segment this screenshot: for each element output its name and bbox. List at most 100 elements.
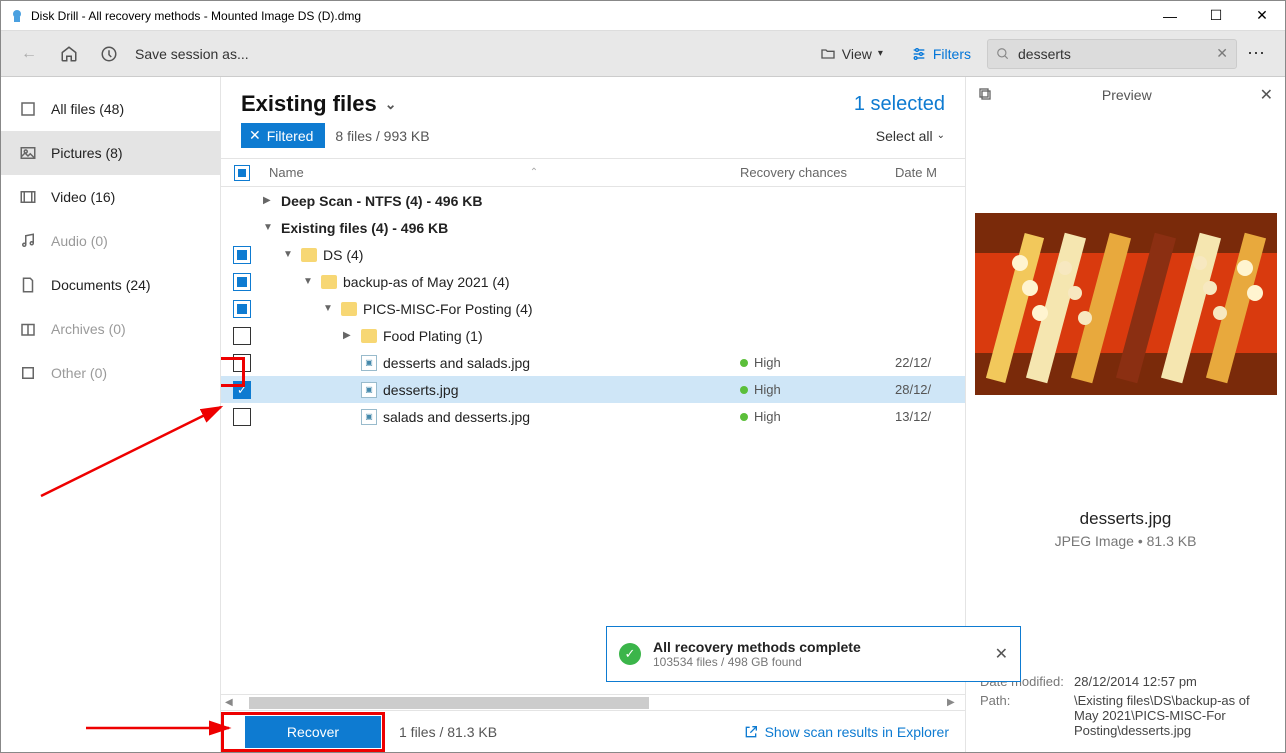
maximize-button[interactable]: ☐ xyxy=(1193,1,1239,31)
row-name: backup-as of May 2021 (4) xyxy=(343,274,730,290)
save-session-label[interactable]: Save session as... xyxy=(135,46,249,62)
folder-icon xyxy=(341,302,357,316)
expand-toggle-icon[interactable]: ▼ xyxy=(323,303,335,314)
sidebar-item-audio[interactable]: Audio (0) xyxy=(1,219,220,263)
music-icon xyxy=(19,232,37,250)
row-name: Food Plating (1) xyxy=(383,328,730,344)
sidebar-item-pictures[interactable]: Pictures (8) xyxy=(1,131,220,175)
external-link-icon xyxy=(743,724,759,740)
video-icon xyxy=(19,188,37,206)
sidebar-item-label: Documents (24) xyxy=(51,277,151,293)
toast-title: All recovery methods complete xyxy=(653,639,861,655)
content-title-text: Existing files xyxy=(241,91,377,117)
folder-row[interactable]: ▼ DS (4) xyxy=(221,241,965,268)
content-title[interactable]: Existing files ⌄ xyxy=(241,91,396,117)
recover-highlight: Recover xyxy=(221,712,385,752)
select-all-dropdown[interactable]: Select all ⌄ xyxy=(876,128,945,144)
recovery-chance: High xyxy=(740,355,885,370)
folder-row[interactable]: ▼Existing files (4) - 496 KB xyxy=(221,214,965,241)
folder-icon xyxy=(301,248,317,262)
folder-row[interactable]: ▼ backup-as of May 2021 (4) xyxy=(221,268,965,295)
recovery-chance: High xyxy=(740,382,885,397)
expand-toggle-icon[interactable]: ▶ xyxy=(263,195,275,206)
sidebar-item-label: Audio (0) xyxy=(51,233,108,249)
column-name[interactable]: Name⌃ xyxy=(263,165,730,180)
recover-button[interactable]: Recover xyxy=(245,716,381,748)
footer-count: 1 files / 81.3 KB xyxy=(399,724,497,740)
search-box[interactable]: ✕ xyxy=(987,39,1237,69)
sidebar-item-label: Pictures (8) xyxy=(51,145,123,161)
sidebar-item-video[interactable]: Video (16) xyxy=(1,175,220,219)
folder-icon xyxy=(820,46,836,62)
row-name: DS (4) xyxy=(323,247,730,263)
sidebar-item-other[interactable]: Other (0) xyxy=(1,351,220,395)
header-checkbox[interactable] xyxy=(234,165,250,181)
expand-toggle-icon[interactable]: ▶ xyxy=(343,330,355,341)
clear-search-icon[interactable]: ✕ xyxy=(1216,45,1228,62)
more-menu[interactable]: ⋯ xyxy=(1237,31,1277,77)
scroll-left-icon[interactable]: ◀ xyxy=(225,697,239,708)
row-checkbox[interactable] xyxy=(233,300,251,318)
save-session-icon[interactable] xyxy=(89,31,129,77)
sidebar-item-label: Archives (0) xyxy=(51,321,126,337)
preview-filename: desserts.jpg xyxy=(980,509,1271,529)
sidebar-item-all-files[interactable]: All files (48) xyxy=(1,87,220,131)
row-checkbox[interactable] xyxy=(233,327,251,345)
filters-button[interactable]: Filters xyxy=(895,31,987,77)
folder-icon xyxy=(361,329,377,343)
toolbar: ← Save session as... View ▾ Filters ✕ ⋯ xyxy=(1,31,1285,77)
back-button[interactable]: ← xyxy=(9,31,49,77)
filters-icon xyxy=(911,46,927,62)
file-row[interactable]: ✓▣desserts.jpgHigh28/12/ xyxy=(221,376,965,403)
horizontal-scrollbar[interactable]: ◀ ▶ xyxy=(221,694,965,710)
column-date[interactable]: Date M xyxy=(895,165,965,180)
scroll-thumb[interactable] xyxy=(249,697,649,709)
close-button[interactable]: ✕ xyxy=(1239,1,1285,31)
select-all-label: Select all xyxy=(876,128,933,144)
filtered-label: Filtered xyxy=(267,128,314,144)
date-modified: 13/12/ xyxy=(895,409,965,424)
column-recovery[interactable]: Recovery chances xyxy=(740,165,885,180)
preview-header-label: Preview xyxy=(1102,87,1152,103)
clear-filter-icon[interactable]: ✕ xyxy=(249,127,261,144)
preview-close-icon[interactable]: ✕ xyxy=(1260,85,1273,105)
date-modified: 22/12/ xyxy=(895,355,965,370)
minimize-button[interactable]: — xyxy=(1147,1,1193,31)
expand-toggle-icon[interactable]: ▼ xyxy=(283,249,295,260)
folder-row[interactable]: ▶ Food Plating (1) xyxy=(221,322,965,349)
row-checkbox[interactable] xyxy=(233,408,251,426)
file-icon: ▣ xyxy=(361,382,377,398)
selected-count: 1 selected xyxy=(854,93,945,116)
view-dropdown[interactable]: View ▾ xyxy=(808,31,895,77)
folder-row[interactable]: ▶Deep Scan - NTFS (4) - 496 KB xyxy=(221,187,965,214)
sidebar: All files (48) Pictures (8) Video (16) A… xyxy=(1,77,221,752)
row-checkbox[interactable] xyxy=(233,273,251,291)
date-modified: 28/12/ xyxy=(895,382,965,397)
row-name: PICS-MISC-For Posting (4) xyxy=(363,301,730,317)
file-row[interactable]: ▣salads and desserts.jpgHigh13/12/ xyxy=(221,403,965,430)
titlebar: Disk Drill - All recovery methods - Moun… xyxy=(1,1,1285,31)
chevron-down-icon: ▾ xyxy=(878,48,883,59)
scroll-right-icon[interactable]: ▶ xyxy=(947,697,961,708)
window-title: Disk Drill - All recovery methods - Moun… xyxy=(31,9,1147,23)
file-row[interactable]: ▣desserts and salads.jpgHigh22/12/ xyxy=(221,349,965,376)
expand-toggle-icon[interactable]: ▼ xyxy=(263,222,275,233)
home-button[interactable] xyxy=(49,31,89,77)
filtered-chip[interactable]: ✕ Filtered xyxy=(241,123,325,148)
document-icon xyxy=(19,276,37,294)
checkbox-annotation-highlight xyxy=(221,357,245,387)
footer: Recover 1 files / 81.3 KB Show scan resu… xyxy=(221,710,965,752)
search-input[interactable] xyxy=(1018,46,1208,62)
row-checkbox[interactable] xyxy=(233,246,251,264)
show-in-explorer-link[interactable]: Show scan results in Explorer xyxy=(743,724,949,740)
sidebar-item-documents[interactable]: Documents (24) xyxy=(1,263,220,307)
sidebar-item-archives[interactable]: Archives (0) xyxy=(1,307,220,351)
popout-icon[interactable] xyxy=(978,87,994,103)
image-icon xyxy=(19,144,37,162)
folder-row[interactable]: ▼ PICS-MISC-For Posting (4) xyxy=(221,295,965,322)
row-name: desserts.jpg xyxy=(383,382,730,398)
explorer-link-label: Show scan results in Explorer xyxy=(765,724,949,740)
sidebar-item-label: Other (0) xyxy=(51,365,107,381)
expand-toggle-icon[interactable]: ▼ xyxy=(303,276,315,287)
toast-close-icon[interactable]: ✕ xyxy=(995,644,1008,664)
